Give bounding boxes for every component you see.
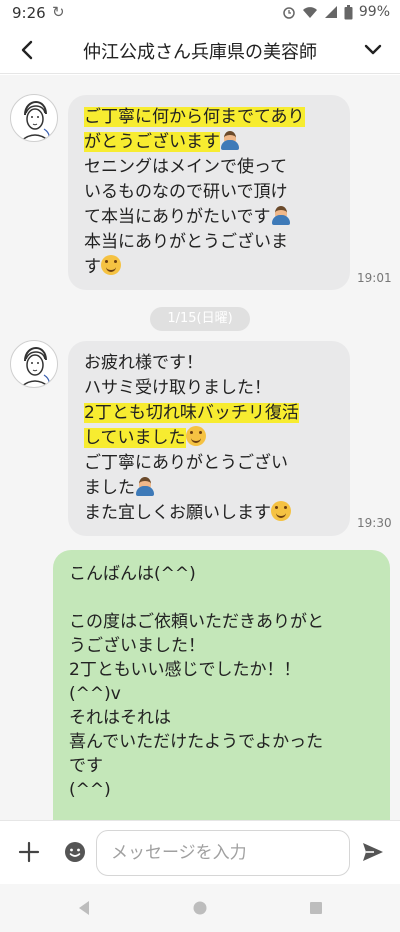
battery-icon	[344, 4, 353, 19]
message-line: お疲れ様です！	[84, 353, 203, 373]
status-bar: 9:26 ↻ 99%	[0, 0, 400, 28]
message-line: 2丁ともいい感じでしたか！！	[69, 660, 301, 680]
message-input[interactable]	[96, 830, 350, 876]
message-line: セニングはメインで使って	[84, 157, 288, 177]
message-line: です	[69, 756, 103, 776]
smiling-face-emoji-icon	[185, 426, 206, 446]
person-bowing-emoji-icon	[135, 476, 155, 496]
avatar-portrait-icon	[20, 100, 50, 141]
chevron-down-icon[interactable]	[360, 36, 386, 64]
message-input-bar	[0, 820, 400, 884]
smiling-face-emoji-icon	[101, 255, 121, 275]
chat-title[interactable]: 仲江公成さん兵庫県の美容師	[60, 38, 340, 64]
nav-home-icon[interactable]	[188, 896, 212, 920]
emoji-icon[interactable]	[62, 839, 88, 865]
plus-icon[interactable]	[16, 839, 42, 865]
signal-icon	[324, 6, 337, 18]
sync-icon: ↻	[52, 3, 65, 21]
person-bowing-emoji-icon	[271, 205, 291, 225]
message-line: す	[84, 255, 338, 280]
date-separator: 1/15(日曜)	[150, 307, 250, 331]
message-line: こんばんは(^^)	[69, 564, 196, 584]
message-line: していました	[84, 426, 338, 451]
message-bubble-incoming[interactable]: お疲れ様です！ ハサミ受け取りました！ 2丁とも切れ味バッチリ復活 していました…	[68, 341, 350, 536]
message-line: (^^)v	[69, 684, 121, 704]
message-line: うございました！	[69, 636, 205, 656]
message-line: 2丁とも切れ味バッチリ復活	[84, 403, 299, 423]
person-bowing-emoji-icon	[220, 130, 240, 150]
nav-recents-icon[interactable]	[304, 896, 328, 920]
message-line: ました	[84, 476, 338, 501]
message-line	[69, 586, 376, 610]
wifi-icon	[302, 7, 317, 18]
smiling-face-emoji-icon	[271, 501, 291, 521]
avatar[interactable]	[10, 94, 58, 142]
nav-back-icon[interactable]	[72, 896, 96, 920]
message-line: いるものなので研いで頂け	[84, 182, 288, 202]
message-timestamp: 19:30	[357, 516, 392, 530]
message-line: 喜んでいただけたようでよかった	[69, 732, 324, 752]
message-line: この度はご依頼いただきありがと	[69, 612, 324, 632]
message-line: ご丁寧にありがとうござい	[84, 453, 288, 473]
message-line: て本当にありがたいです	[84, 205, 338, 230]
message-line: ご丁寧に何から何までてあり	[84, 107, 305, 127]
alarm-icon	[283, 7, 295, 19]
status-time: 9:26	[12, 4, 46, 22]
status-right: 99%	[282, 4, 390, 20]
message-line: 本当にありがとうございま	[84, 232, 288, 252]
message-bubble-incoming[interactable]: ご丁寧に何から何までてあり がとうございます セニングはメインで使って いるもの…	[68, 95, 350, 290]
message-line: がとうございます	[84, 130, 338, 155]
battery-level: 99%	[358, 4, 390, 20]
message-line: ハサミ受け取りました！	[84, 378, 271, 398]
system-nav-bar	[0, 884, 400, 932]
send-icon[interactable]	[360, 839, 386, 865]
message-timestamp: 19:01	[357, 271, 392, 285]
message-line: (^^)	[69, 780, 111, 800]
back-icon[interactable]	[14, 34, 42, 66]
message-line: それはそれは	[69, 708, 171, 728]
avatar-portrait-icon	[20, 346, 50, 387]
chat-header: 仲江公成さん兵庫県の美容師	[0, 28, 400, 74]
message-bubble-outgoing[interactable]: こんばんは(^^) この度はご依頼いただきありがと うございました！ 2丁ともい…	[53, 550, 390, 820]
chat-area[interactable]: ご丁寧に何から何までてあり がとうございます セニングはメインで使って いるもの…	[0, 75, 400, 820]
message-line: また宜しくお願いします	[84, 501, 338, 526]
avatar[interactable]	[10, 340, 58, 388]
